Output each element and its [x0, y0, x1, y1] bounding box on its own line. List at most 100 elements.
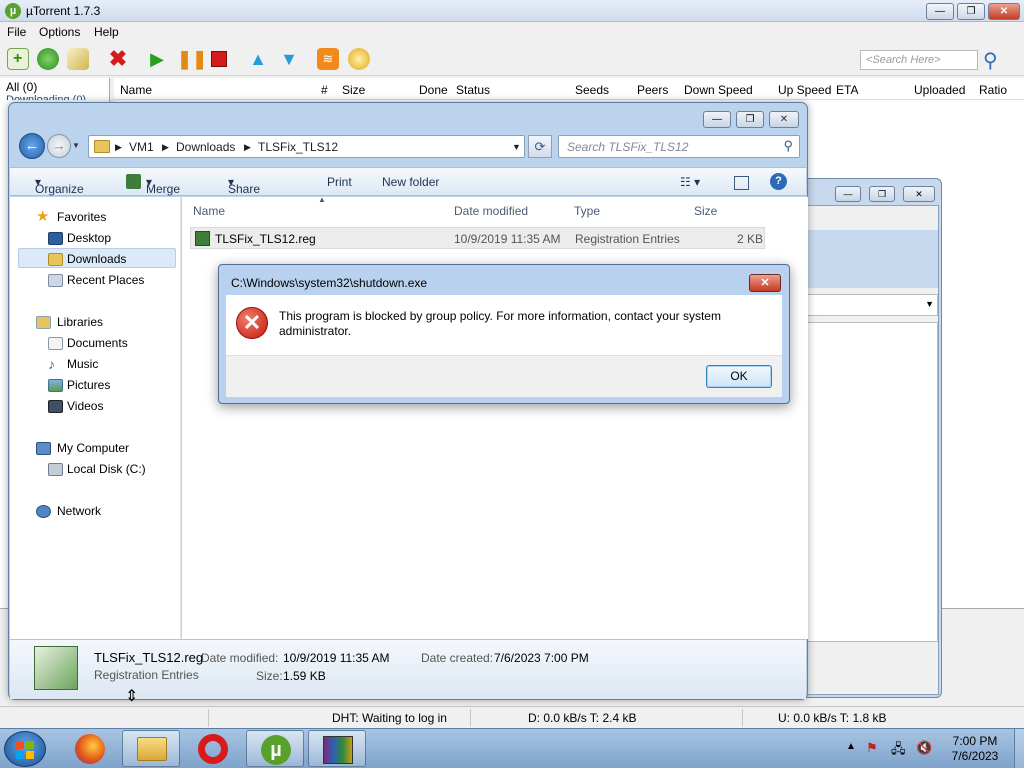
clock[interactable]: 7:00 PM 7/6/2023: [942, 734, 1008, 764]
menu-help[interactable]: Help: [94, 25, 119, 39]
col-done[interactable]: Done: [419, 83, 448, 97]
explorer-close-button[interactable]: ✕: [769, 111, 799, 128]
col-type[interactable]: Type: [574, 204, 600, 218]
nav-recent-places[interactable]: Recent Places: [67, 273, 144, 287]
start-button[interactable]: [4, 731, 46, 767]
pause-icon[interactable]: ❚❚: [177, 48, 207, 70]
nav-pictures[interactable]: Pictures: [67, 378, 110, 392]
nav-favorites[interactable]: Favorites: [57, 210, 106, 224]
utorrent-search-input[interactable]: <Search Here>: [860, 50, 978, 70]
navigation-pane: ★ Favorites Desktop Downloads Recent Pla…: [10, 197, 181, 639]
menu-options[interactable]: Options: [39, 25, 80, 39]
winrar-taskbar-button[interactable]: [308, 730, 366, 767]
volume-muted-icon[interactable]: 🔇: [916, 740, 932, 756]
help-icon[interactable]: ?: [770, 173, 787, 190]
dht-status: DHT: Waiting to log in: [332, 711, 447, 725]
preview-pane-icon[interactable]: [734, 176, 749, 190]
col-date-modified[interactable]: Date modified: [454, 204, 528, 218]
share-with-button[interactable]: Share with ▾: [228, 175, 260, 210]
col-name[interactable]: Name: [120, 83, 152, 97]
col-peers[interactable]: Peers: [637, 83, 668, 97]
upload-status: U: 0.0 kB/s T: 1.8 kB: [778, 711, 887, 725]
start-icon[interactable]: ▶: [146, 48, 168, 70]
back-button[interactable]: ←: [19, 133, 45, 159]
col-down-speed[interactable]: Down Speed: [684, 83, 753, 97]
nav-local-disk[interactable]: Local Disk (C:): [67, 462, 146, 476]
network-tray-icon[interactable]: 🖧: [891, 740, 906, 762]
preferences-gear-icon[interactable]: [348, 48, 370, 70]
organize-button[interactable]: Organize ▾: [35, 175, 84, 196]
action-center-flag-icon[interactable]: ⚑: [866, 740, 878, 756]
close-button[interactable]: ✕: [988, 3, 1020, 20]
remove-icon[interactable]: ✖: [107, 48, 129, 70]
nav-music[interactable]: Music: [67, 357, 98, 371]
explorer-search-input[interactable]: Search TLSFix_TLS12 ⚲: [558, 135, 800, 158]
col-eta[interactable]: ETA: [836, 83, 858, 97]
address-bar[interactable]: ▶ VM1 ▶ Downloads ▶ TLSFix_TLS12 ▼: [88, 135, 525, 158]
col-name[interactable]: Name: [193, 204, 225, 218]
downloads-folder-icon: [48, 253, 63, 266]
file-row[interactable]: TLSFix_TLS12.reg 10/9/2019 11:35 AM Regi…: [190, 227, 765, 249]
utorrent-icon: µ: [261, 735, 291, 765]
move-up-icon[interactable]: ▲: [247, 48, 269, 70]
col-number[interactable]: #: [321, 83, 328, 97]
computer-icon: [36, 442, 51, 455]
ok-button[interactable]: OK: [706, 365, 772, 388]
bg-minimize-button[interactable]: —: [835, 186, 861, 202]
col-uploaded[interactable]: Uploaded: [914, 83, 965, 97]
clock-date: 7/6/2023: [951, 749, 999, 763]
forward-button[interactable]: →: [47, 134, 71, 158]
col-status[interactable]: Status: [456, 83, 490, 97]
merge-label: Merge: [146, 182, 181, 196]
address-dropdown-icon[interactable]: ▼: [512, 142, 521, 152]
explorer-search-placeholder: Search TLSFix_TLS12: [567, 140, 689, 154]
sidebar-all[interactable]: All (0): [6, 80, 37, 94]
nav-documents[interactable]: Documents: [67, 336, 128, 350]
explorer-taskbar-button[interactable]: [122, 730, 180, 767]
explorer-maximize-button[interactable]: ❐: [736, 111, 764, 128]
nav-libraries[interactable]: Libraries: [57, 315, 103, 329]
minimize-button[interactable]: —: [926, 3, 954, 20]
maximize-button[interactable]: ❐: [957, 3, 985, 20]
download-status: D: 0.0 kB/s T: 2.4 kB: [528, 711, 637, 725]
rss-icon[interactable]: ≋: [317, 48, 339, 70]
change-view-icon[interactable]: ☷ ▾: [680, 175, 700, 189]
firefox-taskbar-button[interactable]: [62, 730, 120, 767]
refresh-button[interactable]: ⟳: [528, 135, 552, 158]
nav-videos[interactable]: Videos: [67, 399, 103, 413]
explorer-minimize-button[interactable]: —: [703, 111, 731, 128]
print-button[interactable]: Print: [327, 175, 352, 189]
opera-taskbar-button[interactable]: [184, 730, 242, 767]
nav-downloads[interactable]: Downloads: [67, 252, 126, 266]
col-up-speed[interactable]: Up Speed: [778, 83, 831, 97]
background-window: — ❐ ✕ ▼: [800, 178, 942, 698]
bg-close-button[interactable]: ✕: [903, 186, 935, 202]
stop-icon[interactable]: [208, 48, 230, 70]
add-url-icon[interactable]: [37, 48, 59, 70]
col-seeds[interactable]: Seeds: [575, 83, 609, 97]
create-torrent-icon[interactable]: [67, 48, 89, 70]
breadcrumb-vm1[interactable]: VM1: [129, 140, 154, 154]
search-icon[interactable]: ⚲: [983, 48, 1007, 72]
col-ratio[interactable]: Ratio: [979, 83, 1007, 97]
move-down-icon[interactable]: ▼: [278, 48, 300, 70]
show-hidden-icons-icon[interactable]: ▲: [846, 741, 856, 752]
bg-dropdown[interactable]: ▼: [806, 294, 938, 316]
new-folder-button[interactable]: New folder: [382, 175, 439, 189]
sidebar-downloading[interactable]: Downloading (0): [6, 94, 86, 100]
col-size[interactable]: Size: [694, 204, 717, 218]
breadcrumb-tlsfix[interactable]: TLSFix_TLS12: [258, 140, 338, 154]
breadcrumb-downloads[interactable]: Downloads: [176, 140, 235, 154]
bg-maximize-button[interactable]: ❐: [869, 186, 895, 202]
nav-network[interactable]: Network: [57, 504, 101, 518]
add-torrent-icon[interactable]: +: [7, 48, 29, 70]
utorrent-taskbar-button[interactable]: µ: [246, 730, 304, 767]
nav-my-computer[interactable]: My Computer: [57, 441, 129, 455]
col-size[interactable]: Size: [342, 83, 365, 97]
menu-file[interactable]: File: [7, 25, 26, 39]
recent-pages-dropdown[interactable]: ▼: [72, 141, 80, 150]
merge-button[interactable]: Merge ▾: [146, 175, 180, 196]
dialog-close-button[interactable]: ✕: [749, 274, 781, 292]
nav-desktop[interactable]: Desktop: [67, 231, 111, 245]
show-desktop-button[interactable]: [1014, 729, 1024, 768]
